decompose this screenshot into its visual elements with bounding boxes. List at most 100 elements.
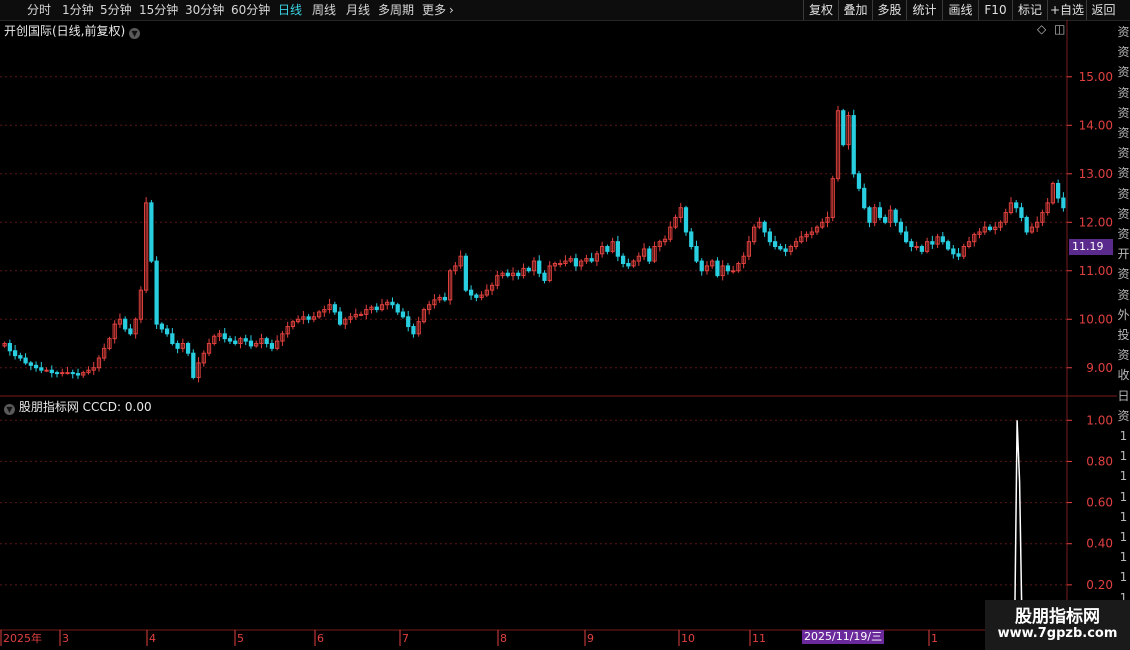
candle-body [683,207,689,233]
candle-body [1056,182,1061,199]
candle-body [945,241,951,250]
candle-body [28,362,33,366]
candle-body [49,369,54,374]
candle-body [694,246,699,262]
candle-body [778,246,783,250]
candle-body [898,221,904,233]
price-tick-label: 9.00 [1086,361,1113,375]
candle-body [620,255,626,264]
candle-body [170,333,175,345]
candle-body [33,364,39,369]
candle-body [23,357,28,364]
candle-body [573,258,579,267]
indicator-tick-label: 0.60 [1086,496,1113,510]
candle-body [615,241,620,257]
price-tick-label: 15.00 [1079,70,1113,84]
time-tick-label: 8 [500,632,507,645]
candle-body [1019,207,1024,218]
candle-body [332,304,337,313]
candle-body [909,241,914,248]
candle-body [725,265,731,272]
candle-body [128,328,133,335]
candle-body [191,352,196,378]
candle-body [18,355,23,359]
stock-title: 开创国际(日线,前复权) ▼ [4,22,141,39]
kline-chart[interactable]: 15.00 14.00 13.00 12.00 11.00 10.00 9.00 1.00 0.… [0,0,1130,650]
candle-body [783,248,788,252]
candle-body [233,340,238,345]
candle-body [154,260,159,325]
candle-body [222,333,227,340]
candle-body [243,338,248,342]
chevron-down-icon[interactable]: ▼ [4,404,15,415]
time-tick-label: 6 [317,632,324,645]
time-tick-label: 11 [752,632,766,645]
candle-body [505,272,510,277]
candle-body [904,231,909,243]
candle-body [647,248,652,262]
indicator-tick-label: 0.80 [1086,454,1113,468]
chevron-down-icon[interactable]: ▼ [129,28,141,39]
candle-body [605,246,610,252]
candles [2,105,1066,383]
price-tick-label: 10.00 [1079,312,1113,326]
candle-body [930,241,935,245]
candle-body [1014,202,1019,209]
edge-char: 资 [1117,45,1130,60]
candle-body [374,306,379,311]
edge-char: 资 [1117,166,1130,181]
candle-body [149,202,154,262]
edge-char: 1 [1119,469,1128,484]
candle-body [175,343,180,349]
time-tick-label: 10 [681,632,695,645]
diamond-icon[interactable]: ◇ [1037,22,1046,36]
time-tick-label: 9 [587,632,594,645]
candle-body [699,260,704,272]
candle-body [358,313,364,316]
time-tick-label: 7 [402,632,409,645]
candle-body [862,187,867,209]
edge-char: 资 [1117,267,1130,282]
edge-char: 1 [1119,570,1128,585]
candle-body [65,372,70,375]
candle-body [772,241,778,248]
candle-body [60,372,65,375]
indicator-tick-label: 1.00 [1086,413,1113,427]
indicator-tick-label: 0.40 [1086,537,1113,551]
time-tick-label: 3 [62,632,69,645]
time-tick-label: 2025年 [3,631,42,645]
watermark-url: www.7gpzb.com [997,626,1118,641]
candle-body [306,316,311,320]
candle-body [589,258,594,262]
indicator-title: ▼ 股朋指标网 CCCD: 0.00 [4,398,152,415]
candle-body [164,328,170,335]
edge-char: 资 [1117,408,1130,423]
edge-char: 外 [1117,307,1130,322]
price-tick-label: 12.00 [1079,215,1113,229]
edge-char: 资 [1117,146,1130,161]
candle-body [526,267,531,272]
candle-body [227,338,233,342]
candle-body [542,272,547,281]
candle-body [516,272,521,277]
candle-body [54,372,60,375]
candle-body [269,343,275,349]
watermark-title: 股朋指标网 [1015,607,1100,627]
candle-body [919,246,924,252]
candle-body [851,115,856,175]
price-tick-label: 13.00 [1079,167,1113,181]
indicator-tick-label: 0.20 [1086,578,1113,592]
price-tick-label: 11.00 [1079,264,1113,278]
edge-char: 资 [1117,186,1130,201]
indicator-plot [1000,420,1023,627]
candle-body [1024,216,1029,233]
edge-char: 开 [1117,247,1130,262]
indicator-line [1000,420,1023,627]
panel-toggle-icon[interactable]: ◫ [1054,22,1065,36]
candle-body [395,304,400,313]
candle-body [856,173,862,189]
candle-body [689,231,694,248]
candle-body [123,318,128,330]
candle-body [867,207,872,223]
candle-body [626,262,631,267]
